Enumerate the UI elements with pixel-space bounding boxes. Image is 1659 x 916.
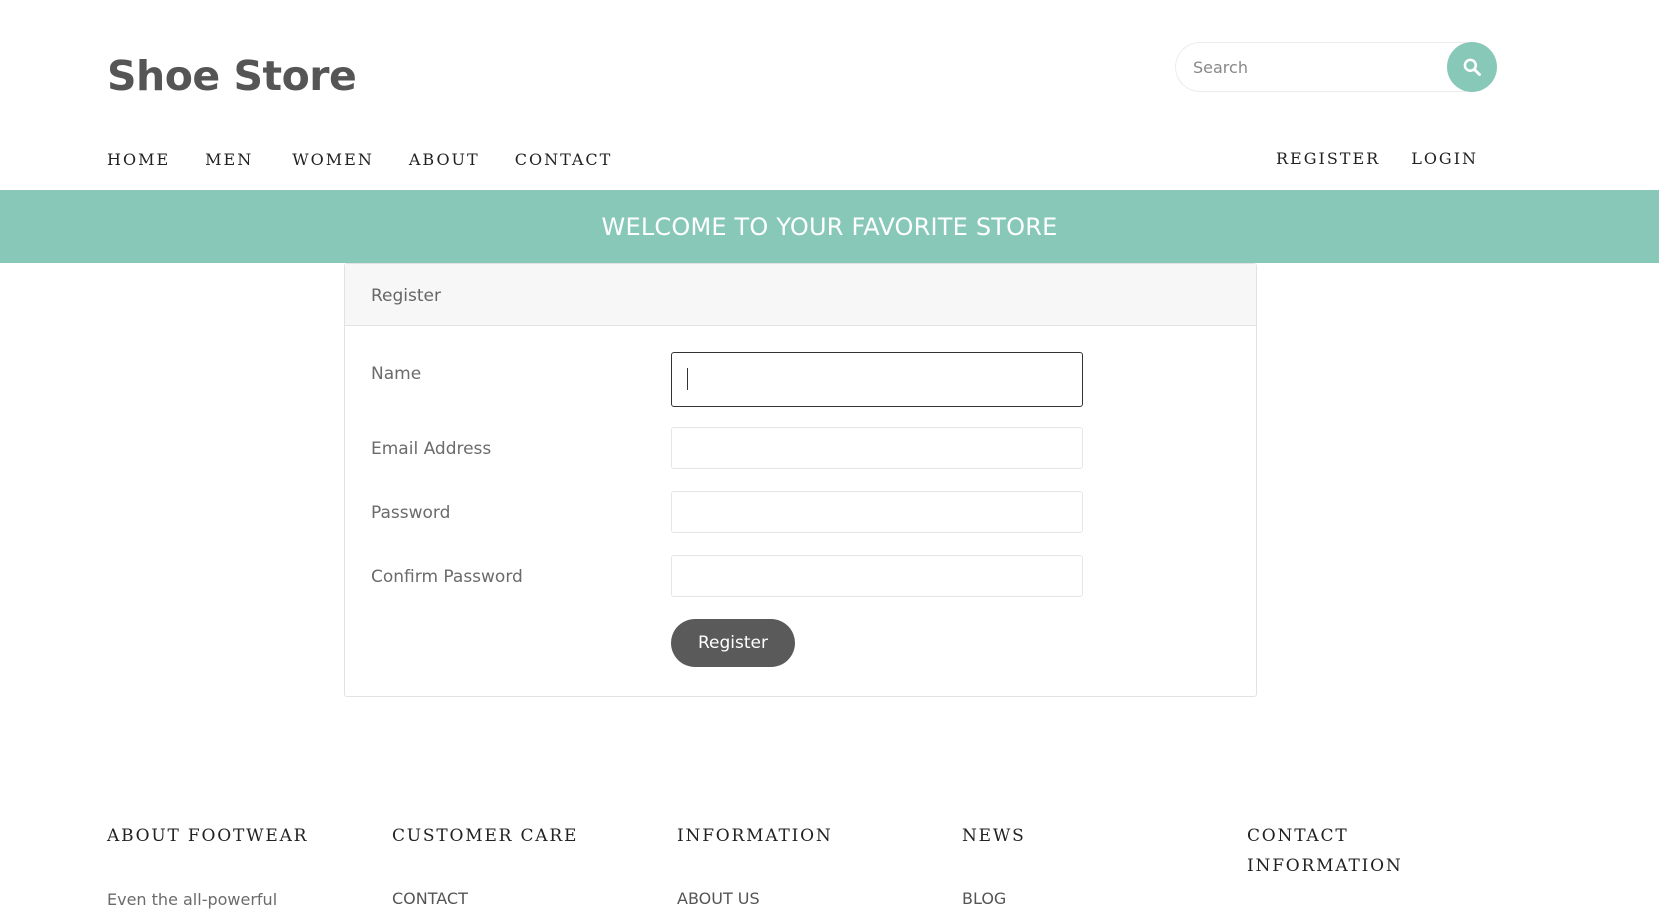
name-label: Name (371, 364, 422, 384)
footer-heading: CONTACT INFORMATION (1247, 826, 1403, 876)
nav-home[interactable]: HOME (107, 150, 170, 169)
register-card: Register Name Email Address Password Con… (344, 263, 1257, 697)
footer-column-customer-care: CUSTOMER CARE (392, 821, 578, 851)
footer-heading: INFORMATION (677, 826, 833, 846)
footer-link-about-us[interactable]: ABOUT US (677, 889, 760, 908)
nav-contact[interactable]: CONTACT (515, 150, 613, 169)
footer-heading: ABOUT FOOTWEAR (107, 826, 309, 846)
text-caret (687, 368, 688, 390)
search-button[interactable] (1447, 42, 1497, 92)
confirm-password-label: Confirm Password (371, 567, 523, 587)
welcome-banner: WELCOME TO YOUR FAVORITE STORE (0, 190, 1659, 263)
password-field[interactable] (671, 491, 1083, 533)
site-logo[interactable]: Shoe Store (107, 52, 357, 100)
footer-heading: CUSTOMER CARE (392, 826, 579, 846)
footer-link-blog[interactable]: BLOG (962, 889, 1006, 908)
nav-about[interactable]: ABOUT (409, 150, 480, 169)
main-nav: HOME MEN WOMEN ABOUT CONTACT (107, 150, 612, 169)
footer-column-information: INFORMATION (677, 821, 833, 851)
banner-text: WELCOME TO YOUR FAVORITE STORE (601, 212, 1058, 241)
name-field[interactable] (671, 352, 1083, 407)
nav-login[interactable]: LOGIN (1411, 149, 1478, 168)
footer-link-contact[interactable]: CONTACT (392, 889, 468, 908)
footer-heading: NEWS (962, 826, 1026, 846)
card-header: Register (345, 264, 1256, 326)
search-icon (1463, 58, 1481, 76)
footer-column-contact-information: CONTACT INFORMATION (1247, 821, 1417, 881)
nav-men[interactable]: MEN (205, 150, 253, 169)
register-button[interactable]: Register (671, 619, 795, 667)
footer-column-news: NEWS (962, 821, 1026, 851)
nav-women[interactable]: WOMEN (292, 150, 374, 169)
email-label: Email Address (371, 439, 492, 459)
password-label: Password (371, 503, 451, 523)
confirm-password-field[interactable] (671, 555, 1083, 597)
footer-about-text: Even the all-powerful (107, 890, 278, 909)
search-bar (1175, 42, 1497, 92)
email-field[interactable] (671, 427, 1083, 469)
footer-column-about: ABOUT FOOTWEAR (107, 821, 308, 851)
account-nav: REGISTER LOGIN (1276, 149, 1478, 168)
nav-register[interactable]: REGISTER (1276, 149, 1380, 168)
search-input[interactable] (1175, 42, 1467, 92)
